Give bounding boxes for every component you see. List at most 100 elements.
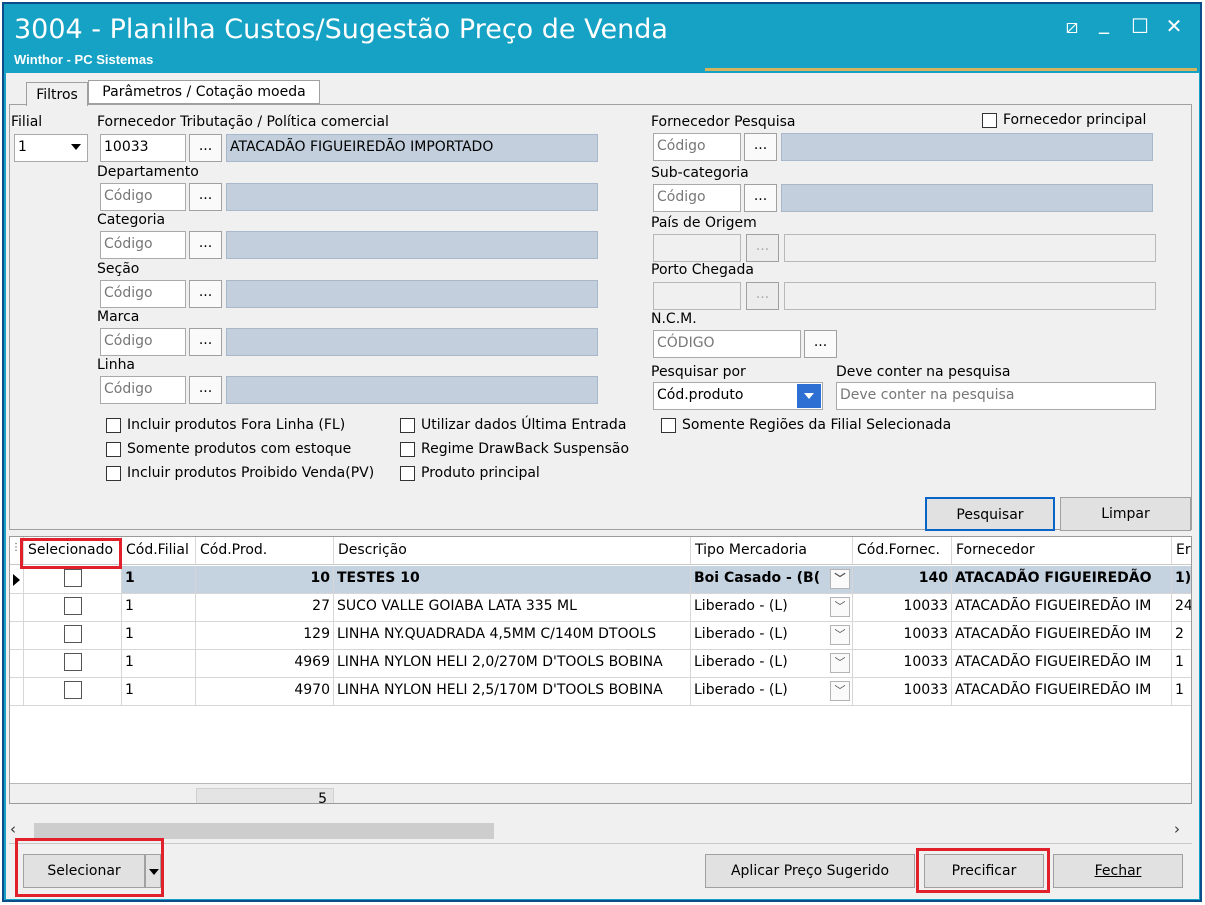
cell-extra[interactable]: 1 bbox=[1172, 678, 1191, 706]
cell-cod-fornec[interactable]: 10033 bbox=[853, 622, 952, 650]
row-select-checkbox[interactable] bbox=[64, 597, 82, 615]
row-select-cell[interactable] bbox=[24, 594, 122, 622]
linha-code[interactable]: Código bbox=[100, 376, 186, 404]
maximize-icon[interactable]: ☐ bbox=[1128, 14, 1152, 38]
chevron-down-icon[interactable]: ﹀ bbox=[830, 569, 850, 589]
cell-descricao[interactable]: LINHA NYLON HELI 2,5/170M D'TOOLS BOBINA bbox=[334, 678, 691, 706]
fornecedor-principal-checkbox[interactable] bbox=[982, 113, 997, 128]
tab-parametros[interactable]: Parâmetros / Cotação moeda bbox=[88, 80, 320, 104]
produto-principal-checkbox[interactable] bbox=[400, 466, 415, 481]
fechar-button[interactable]: Fechar bbox=[1053, 854, 1183, 888]
cell-descricao[interactable]: LINHA NYLON HELI 2,0/270M D'TOOLS BOBINA bbox=[334, 650, 691, 678]
fora-linha-checkbox[interactable] bbox=[106, 418, 121, 433]
dropdown-button[interactable] bbox=[797, 384, 821, 408]
cell-cod-filial[interactable]: 1 bbox=[122, 678, 196, 706]
regioes-filial-checkbox[interactable] bbox=[661, 418, 676, 433]
subcategoria-lookup-button[interactable]: ... bbox=[744, 184, 777, 212]
cell-extra[interactable]: 2 bbox=[1172, 622, 1191, 650]
deve-conter-input[interactable]: Deve conter na pesquisa bbox=[836, 382, 1156, 410]
fornecedor-pesquisa-code[interactable]: Código bbox=[653, 133, 741, 161]
subcategoria-code[interactable]: Código bbox=[653, 184, 741, 212]
fornecedor-trib-lookup-button[interactable]: ... bbox=[189, 134, 222, 162]
chevron-down-icon[interactable]: ﹀ bbox=[830, 625, 850, 645]
cell-tipo-mercadoria[interactable]: Liberado - (L) ﹀ bbox=[691, 678, 853, 706]
departamento-lookup-button[interactable]: ... bbox=[189, 183, 222, 211]
row-select-cell[interactable] bbox=[24, 566, 122, 594]
scroll-right-icon[interactable]: › bbox=[1174, 820, 1180, 838]
cell-extra[interactable]: 1) bbox=[1172, 566, 1191, 594]
limpar-button[interactable]: Limpar bbox=[1060, 497, 1191, 531]
scrollbar-thumb[interactable] bbox=[34, 823, 494, 839]
chevron-down-icon[interactable]: ﹀ bbox=[830, 681, 850, 701]
col-header-tipo-mercadoria[interactable]: Tipo Mercadoria bbox=[691, 537, 853, 565]
aplicar-preco-button[interactable]: Aplicar Preço Sugerido bbox=[705, 854, 915, 888]
row-select-checkbox[interactable] bbox=[64, 653, 82, 671]
fornecedor-pesquisa-lookup-button[interactable]: ... bbox=[744, 133, 777, 161]
filial-select[interactable]: 1 bbox=[14, 134, 88, 162]
tab-filtros[interactable]: Filtros bbox=[26, 82, 88, 106]
row-select-checkbox[interactable] bbox=[64, 569, 82, 587]
proibido-venda-checkbox[interactable] bbox=[106, 466, 121, 481]
marca-lookup-button[interactable]: ... bbox=[189, 328, 222, 356]
cell-fornecedor[interactable]: ATACADÃO FIGUEIREDÃO bbox=[952, 566, 1172, 594]
cell-tipo-mercadoria[interactable]: Liberado - (L) ﹀ bbox=[691, 594, 853, 622]
chevron-down-icon[interactable]: ﹀ bbox=[830, 597, 850, 617]
cell-fornecedor[interactable]: ATACADÃO FIGUEIREDÃO IM bbox=[952, 594, 1172, 622]
cell-cod-prod[interactable]: 27 bbox=[196, 594, 334, 622]
row-select-checkbox[interactable] bbox=[64, 681, 82, 699]
cell-cod-prod[interactable]: 129 bbox=[196, 622, 334, 650]
chevron-down-icon[interactable]: ﹀ bbox=[830, 653, 850, 673]
cell-tipo-mercadoria[interactable]: Liberado - (L) ﹀ bbox=[691, 622, 853, 650]
col-header-cod-fornec[interactable]: Cód.Fornec. bbox=[853, 537, 952, 565]
ncm-lookup-button[interactable]: ... bbox=[804, 330, 837, 358]
restore-icon[interactable]: ⧄ bbox=[1060, 14, 1084, 38]
cell-cod-filial[interactable]: 1 bbox=[122, 622, 196, 650]
pesquisar-button[interactable]: Pesquisar bbox=[925, 497, 1055, 531]
cell-fornecedor[interactable]: ATACADÃO FIGUEIREDÃO IM bbox=[952, 622, 1172, 650]
col-header-fornecedor[interactable]: Fornecedor bbox=[952, 537, 1172, 565]
cell-cod-fornec[interactable]: 10033 bbox=[853, 678, 952, 706]
col-header-descricao[interactable]: Descrição bbox=[334, 537, 691, 565]
cell-descricao[interactable]: LINHA NY.QUADRADA 4,5MM C/140M DTOOLS bbox=[334, 622, 691, 650]
secao-code[interactable]: Código bbox=[100, 280, 186, 308]
drawback-checkbox[interactable] bbox=[400, 442, 415, 457]
close-icon[interactable]: ✕ bbox=[1162, 14, 1186, 38]
categoria-lookup-button[interactable]: ... bbox=[189, 231, 222, 259]
col-header-extra[interactable]: Er bbox=[1172, 537, 1191, 565]
cell-fornecedor[interactable]: ATACADÃO FIGUEIREDÃO IM bbox=[952, 650, 1172, 678]
row-select-checkbox[interactable] bbox=[64, 625, 82, 643]
cell-cod-prod[interactable]: 4970 bbox=[196, 678, 334, 706]
col-header-cod-prod[interactable]: Cód.Prod. bbox=[196, 537, 334, 565]
cell-fornecedor[interactable]: ATACADÃO FIGUEIREDÃO IM bbox=[952, 678, 1172, 706]
departamento-code[interactable]: Código bbox=[100, 183, 186, 211]
cell-descricao[interactable]: TESTES 10 bbox=[334, 566, 691, 594]
row-select-cell[interactable] bbox=[24, 678, 122, 706]
minimize-icon[interactable]: _ bbox=[1092, 10, 1116, 34]
cell-cod-fornec[interactable]: 10033 bbox=[853, 650, 952, 678]
com-estoque-checkbox[interactable] bbox=[106, 442, 121, 457]
cell-extra[interactable]: 1 bbox=[1172, 650, 1191, 678]
cell-cod-filial[interactable]: 1 bbox=[122, 650, 196, 678]
cell-cod-filial[interactable]: 1 bbox=[122, 594, 196, 622]
row-select-cell[interactable] bbox=[24, 622, 122, 650]
cell-tipo-mercadoria[interactable]: Boi Casado - (B(﹀ bbox=[691, 566, 853, 594]
cell-cod-filial[interactable]: 1 bbox=[122, 566, 196, 594]
marca-code[interactable]: Código bbox=[100, 328, 186, 356]
linha-lookup-button[interactable]: ... bbox=[189, 376, 222, 404]
pesquisar-por-select[interactable]: Cód.produto bbox=[653, 382, 823, 410]
cell-descricao[interactable]: SUCO VALLE GOIABA LATA 335 ML bbox=[334, 594, 691, 622]
categoria-code[interactable]: Código bbox=[100, 231, 186, 259]
secao-lookup-button[interactable]: ... bbox=[189, 280, 222, 308]
cell-tipo-mercadoria[interactable]: Liberado - (L) ﹀ bbox=[691, 650, 853, 678]
scroll-left-icon[interactable]: ‹ bbox=[10, 820, 16, 838]
cell-extra[interactable]: 24 bbox=[1172, 594, 1191, 622]
fornecedor-trib-code[interactable]: 10033 bbox=[100, 134, 186, 162]
cell-cod-prod[interactable]: 10 bbox=[196, 566, 334, 594]
cell-cod-prod[interactable]: 4969 bbox=[196, 650, 334, 678]
cell-cod-fornec[interactable]: 10033 bbox=[853, 594, 952, 622]
ncm-code[interactable]: CÓDIGO bbox=[653, 330, 801, 358]
ultima-entrada-checkbox[interactable] bbox=[400, 418, 415, 433]
cell-cod-fornec[interactable]: 140 bbox=[853, 566, 952, 594]
row-select-cell[interactable] bbox=[24, 650, 122, 678]
col-header-cod-filial[interactable]: Cód.Filial bbox=[122, 537, 196, 565]
